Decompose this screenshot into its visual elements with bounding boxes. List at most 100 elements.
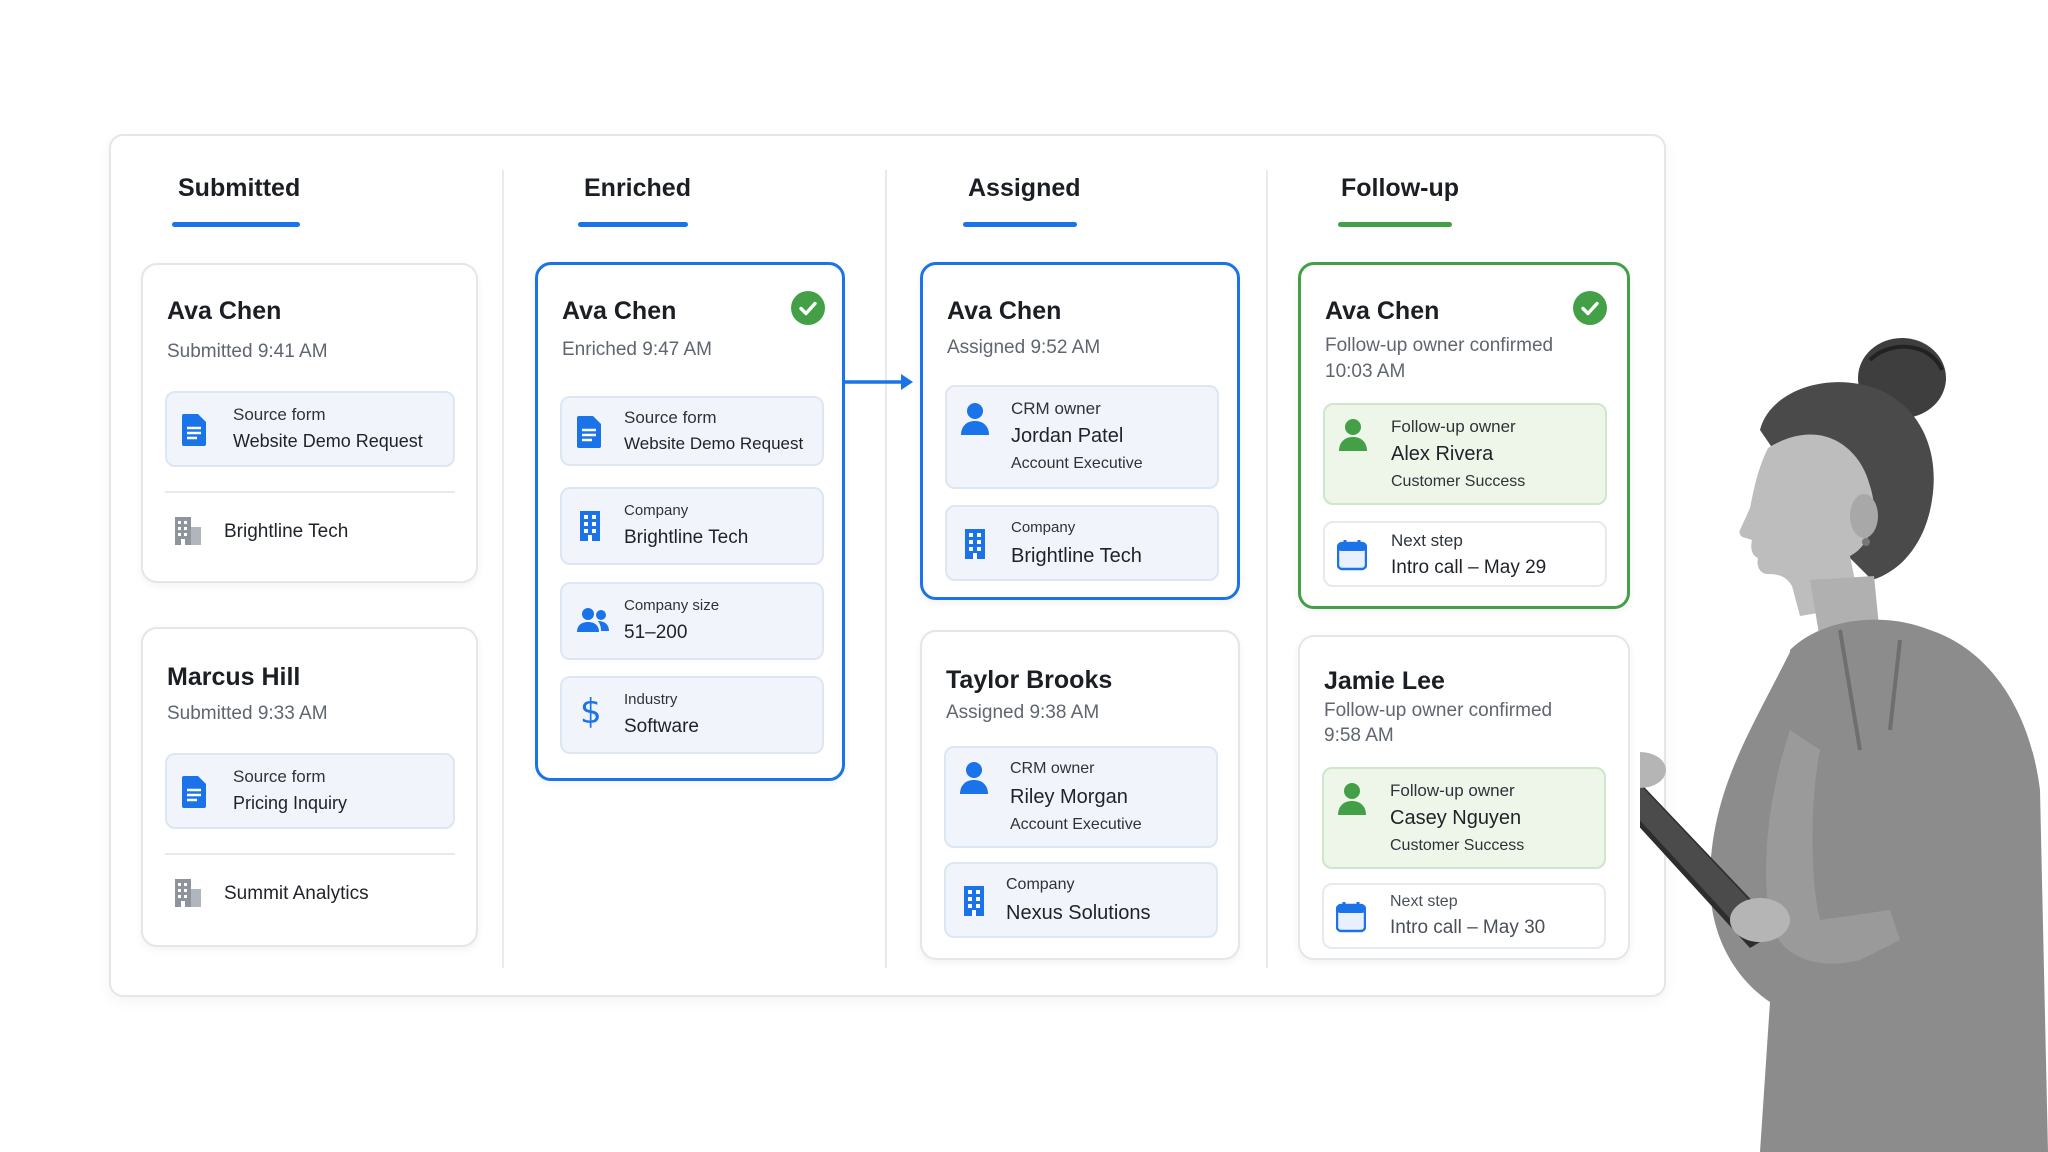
people-icon: [576, 606, 610, 639]
followup-owner-chip: Follow-up owner Alex Rivera Customer Suc…: [1323, 403, 1607, 505]
company-name: Brightline Tech: [224, 521, 349, 542]
field-label: Company: [624, 502, 689, 519]
source-form-chip: Source form Website Demo Request: [165, 391, 455, 467]
field-label: Company size: [624, 597, 720, 614]
owner-name: Alex Rivera: [1391, 443, 1494, 465]
lead-status: Enriched 9:47 AM: [562, 339, 712, 360]
field-value: Website Demo Request: [233, 431, 423, 451]
column-header-enriched[interactable]: Enriched: [584, 174, 691, 203]
next-step-chip: Next step Intro call – May 29: [1323, 521, 1607, 587]
column-header-followup[interactable]: Follow-up: [1341, 174, 1459, 203]
lead-status-time: 10:03 AM: [1325, 361, 1406, 382]
lead-card-assigned[interactable]: Ava Chen Assigned 9:52 AM CRM owner Jord…: [920, 262, 1240, 600]
building-icon: [173, 515, 203, 552]
card-separator: [165, 853, 455, 855]
followup-owner-chip: Follow-up owner Casey Nguyen Customer Su…: [1322, 767, 1606, 869]
company-name: Nexus Solutions: [1006, 902, 1151, 924]
next-step-chip: Next step Intro call – May 30: [1322, 883, 1606, 949]
building-icon: [961, 527, 989, 566]
document-icon: [181, 775, 207, 814]
lead-card[interactable]: Taylor Brooks Assigned 9:38 AM CRM owner…: [920, 630, 1240, 960]
field-label: Source form: [624, 408, 717, 427]
lead-name: Jamie Lee: [1324, 667, 1445, 695]
lead-status: Submitted 9:33 AM: [167, 703, 328, 724]
person-icon: [1337, 417, 1369, 458]
check-icon: [1573, 291, 1607, 325]
step-value: Intro call – May 30: [1390, 917, 1546, 938]
owner-role: Account Executive: [1011, 455, 1143, 472]
lead-name: Ava Chen: [947, 297, 1062, 325]
lead-card[interactable]: Marcus Hill Submitted 9:33 AM Source for…: [141, 627, 478, 947]
enriched-field-chip: Company Brightline Tech: [560, 487, 824, 565]
person-with-tablet-illustration: [1640, 338, 2048, 1152]
card-separator: [165, 491, 455, 493]
column-underline-enriched: [578, 222, 688, 227]
lead-status: Assigned 9:38 AM: [946, 702, 1100, 723]
owner-label: CRM owner: [1011, 399, 1101, 418]
column-underline-assigned: [963, 222, 1077, 227]
company-chip: Company Nexus Solutions: [944, 862, 1218, 938]
check-icon: [791, 291, 825, 325]
company-name: Brightline Tech: [1011, 545, 1142, 567]
step-value: Intro call – May 29: [1391, 557, 1547, 578]
dollar-icon: $: [580, 692, 602, 732]
document-icon: [576, 415, 602, 454]
lead-card-followup[interactable]: Ava Chen Follow-up owner confirmed 10:03…: [1298, 262, 1630, 609]
owner-role: Account Executive: [1010, 816, 1142, 833]
lead-card[interactable]: Ava Chen Submitted 9:41 AM Source form W…: [141, 263, 478, 583]
lead-name: Ava Chen: [1325, 297, 1440, 325]
lead-status-time: 9:58 AM: [1324, 725, 1394, 746]
source-form-chip: Source form Pricing Inquiry: [165, 753, 455, 829]
field-value: Pricing Inquiry: [233, 793, 348, 813]
person-icon: [959, 401, 991, 442]
owner-label: Follow-up owner: [1391, 417, 1516, 436]
person-icon: [958, 760, 990, 801]
building-icon: [576, 509, 604, 548]
field-label: Source form: [233, 767, 326, 786]
field-label: Industry: [624, 691, 678, 708]
owner-role: Customer Success: [1391, 473, 1526, 490]
column-divider: [1266, 170, 1268, 968]
building-icon: [960, 884, 988, 923]
lead-name: Taylor Brooks: [946, 666, 1113, 694]
person-icon: [1336, 781, 1368, 822]
enriched-field-chip: Company size 51–200: [560, 582, 824, 660]
owner-name: Jordan Patel: [1011, 425, 1124, 447]
column-divider: [502, 170, 504, 968]
field-label: Source form: [233, 405, 326, 424]
calendar-icon: [1336, 539, 1368, 576]
column-underline-followup: [1338, 222, 1452, 227]
step-label: Next step: [1391, 531, 1463, 550]
field-value: Website Demo Request: [624, 434, 804, 453]
document-icon: [181, 413, 207, 452]
enriched-field-chip: $ Industry Software: [560, 676, 824, 754]
enriched-field-chip: Source form Website Demo Request: [560, 396, 824, 466]
step-label: Next step: [1390, 893, 1458, 910]
lead-status: Submitted 9:41 AM: [167, 341, 328, 362]
lead-card-enriched[interactable]: Ava Chen Enriched 9:47 AM Source form We…: [535, 262, 845, 781]
crm-owner-chip: CRM owner Jordan Patel Account Executive: [945, 385, 1219, 489]
column-header-assigned[interactable]: Assigned: [968, 174, 1081, 203]
lead-status: Assigned 9:52 AM: [947, 337, 1101, 358]
owner-role: Customer Success: [1390, 837, 1525, 854]
column-underline-submitted: [172, 222, 300, 227]
owner-label: CRM owner: [1010, 760, 1095, 777]
lead-card[interactable]: Jamie Lee Follow-up owner confirmed 9:58…: [1298, 635, 1630, 960]
building-icon: [173, 877, 203, 914]
company-chip: Company Brightline Tech: [945, 505, 1219, 581]
field-value: Software: [624, 716, 699, 737]
company-label: Company: [1011, 519, 1076, 536]
arrow-right-icon: [843, 374, 913, 390]
lead-name: Marcus Hill: [167, 663, 301, 691]
lead-name: Ava Chen: [562, 297, 677, 325]
company-name: Summit Analytics: [224, 883, 369, 904]
field-value: 51–200: [624, 622, 688, 643]
lead-status: Follow-up owner confirmed: [1325, 335, 1554, 356]
field-value: Brightline Tech: [624, 527, 749, 548]
owner-name: Casey Nguyen: [1390, 807, 1522, 829]
lead-status: Follow-up owner confirmed: [1324, 700, 1553, 721]
column-header-submitted[interactable]: Submitted: [178, 174, 300, 203]
lead-name: Ava Chen: [167, 297, 282, 325]
crm-owner-chip: CRM owner Riley Morgan Account Executive: [944, 746, 1218, 848]
owner-name: Riley Morgan: [1010, 786, 1128, 808]
